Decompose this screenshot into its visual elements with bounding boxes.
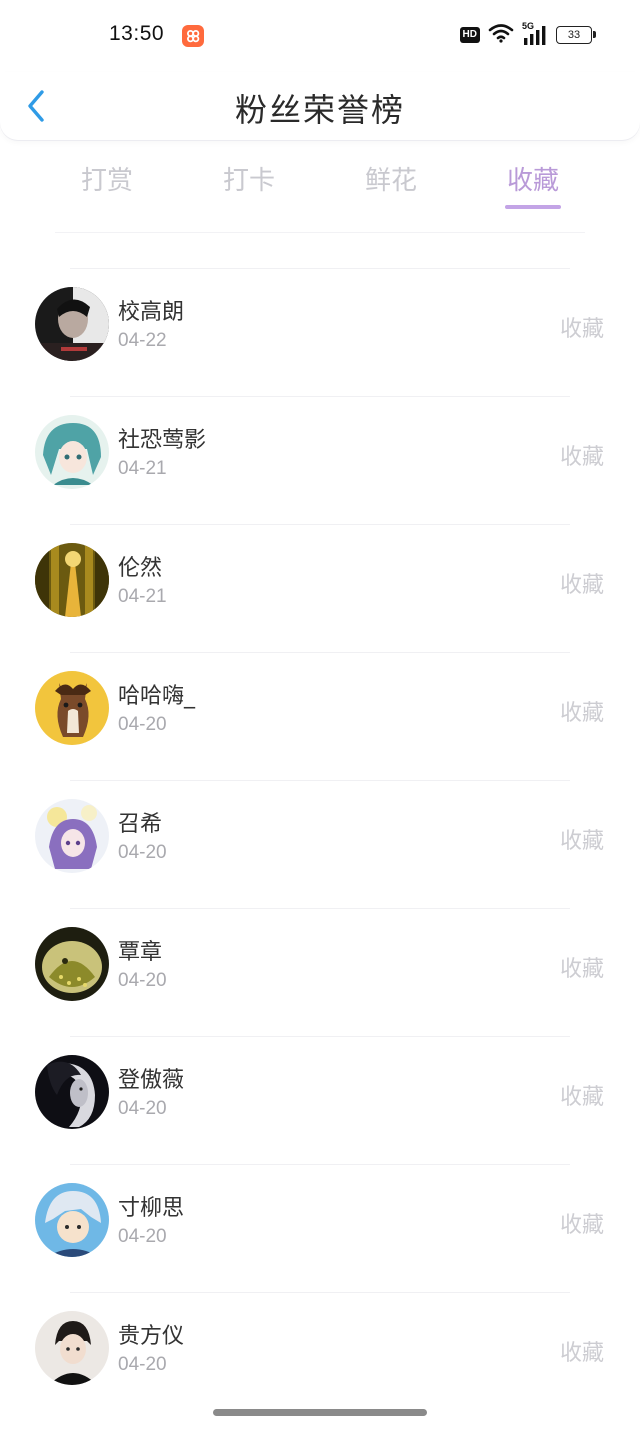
home-indicator[interactable] <box>213 1409 427 1416</box>
fan-date: 04-21 <box>118 586 167 607</box>
fan-date: 04-20 <box>118 1354 167 1375</box>
fan-name: 贵方仪 <box>118 1324 185 1349</box>
tab-favorites[interactable]: 收藏 <box>483 160 583 197</box>
avatar <box>35 543 109 617</box>
fan-date: 04-21 <box>118 458 167 479</box>
wifi-icon <box>488 23 514 47</box>
tab-checkin[interactable]: 打卡 <box>199 160 299 197</box>
avatar <box>35 1183 109 1257</box>
cellular-signal-icon: 5G <box>522 21 548 46</box>
favorite-label: 收藏 <box>559 317 604 342</box>
fan-date: 04-20 <box>118 1226 167 1247</box>
list-item[interactable]: 社恐莺影 04-21 收藏 <box>0 396 640 524</box>
fan-date: 04-20 <box>118 714 167 735</box>
fan-date: 04-20 <box>118 1098 167 1119</box>
favorite-label: 收藏 <box>559 1213 604 1238</box>
avatar <box>35 1311 109 1385</box>
status-time: 13:50 <box>109 22 165 45</box>
favorite-label: 收藏 <box>559 701 604 726</box>
list-item[interactable]: 校高朗 04-22 收藏 <box>0 268 640 396</box>
favorite-label: 收藏 <box>559 445 604 470</box>
fan-name: 登傲薇 <box>118 1068 185 1093</box>
list-item[interactable]: 召希 04-20 收藏 <box>0 780 640 908</box>
active-tab-indicator <box>505 205 561 209</box>
status-icons: HD 5G 33 <box>459 21 596 47</box>
list-item[interactable]: 贵方仪 04-20 收藏 <box>0 1292 640 1420</box>
avatar <box>35 415 109 489</box>
fan-name: 召希 <box>118 812 163 837</box>
favorite-label: 收藏 <box>559 829 604 854</box>
fan-name: 校高朗 <box>118 300 185 325</box>
header-bar: 粉丝荣誉榜 <box>0 72 640 140</box>
avatar <box>35 1055 109 1129</box>
page-title: 粉丝荣誉榜 <box>234 91 405 129</box>
fan-date: 04-20 <box>118 970 167 991</box>
fan-name: 社恐莺影 <box>118 428 207 453</box>
hd-badge: HD <box>459 27 480 43</box>
list-item[interactable]: 伦然 04-21 收藏 <box>0 524 640 652</box>
app-notification-icon <box>182 25 204 47</box>
fan-name: 覃章 <box>118 940 163 965</box>
status-bar: 13:50 HD 5G 33 <box>0 0 640 72</box>
fan-date: 04-20 <box>118 842 167 863</box>
fan-list: 校高朗 04-22 收藏 社恐莺影 04-21 收藏 伦然 04-21 收藏 哈… <box>0 268 640 1420</box>
tabs-divider <box>55 232 585 233</box>
avatar <box>35 287 109 361</box>
avatar <box>35 799 109 873</box>
battery-icon: 33 <box>556 26 596 44</box>
list-item[interactable]: 覃章 04-20 收藏 <box>0 908 640 1036</box>
avatar <box>35 671 109 745</box>
fan-name: 伦然 <box>118 556 163 581</box>
favorite-label: 收藏 <box>559 1341 604 1366</box>
list-item[interactable]: 登傲薇 04-20 收藏 <box>0 1036 640 1164</box>
fan-date: 04-22 <box>118 330 167 351</box>
tab-bar: 打赏 打卡 鲜花 收藏 <box>0 150 640 220</box>
fan-name: 寸柳思 <box>118 1196 185 1221</box>
list-item[interactable]: 寸柳思 04-20 收藏 <box>0 1164 640 1292</box>
favorite-label: 收藏 <box>559 957 604 982</box>
list-item[interactable]: 哈哈嗨_ 04-20 收藏 <box>0 652 640 780</box>
tab-reward[interactable]: 打赏 <box>57 160 157 197</box>
tab-flowers[interactable]: 鲜花 <box>341 160 441 197</box>
fan-name: 哈哈嗨_ <box>118 684 196 709</box>
favorite-label: 收藏 <box>559 1085 604 1110</box>
battery-level: 33 <box>567 29 581 41</box>
favorite-label: 收藏 <box>559 573 604 598</box>
avatar <box>35 927 109 1001</box>
